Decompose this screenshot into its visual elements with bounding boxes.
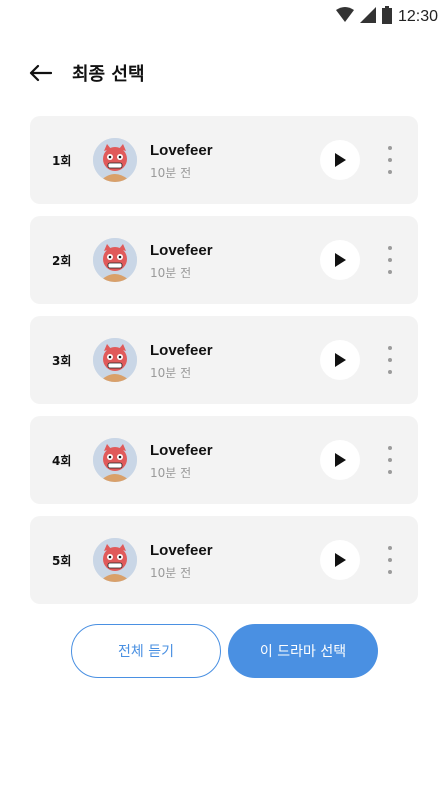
- avatar: [93, 338, 137, 382]
- episode-card[interactable]: 5회 Lovefeer 10분 전: [30, 516, 418, 604]
- artist-name: Lovefeer: [150, 242, 213, 259]
- avatar: [93, 238, 137, 282]
- more-options-button[interactable]: [384, 246, 396, 274]
- signal-icon: [359, 7, 376, 27]
- play-button[interactable]: [320, 340, 360, 380]
- avatar: [93, 438, 137, 482]
- episode-number: 2회: [52, 254, 72, 268]
- play-button[interactable]: [320, 140, 360, 180]
- episode-number: 1회: [52, 154, 72, 168]
- header: 최종 선택: [26, 58, 145, 88]
- timestamp: 10분 전: [150, 366, 192, 380]
- artist-name: Lovefeer: [150, 342, 213, 359]
- timestamp: 10분 전: [150, 566, 192, 580]
- play-icon: [335, 153, 346, 167]
- artist-name: Lovefeer: [150, 142, 213, 159]
- back-button[interactable]: [26, 61, 54, 85]
- listen-all-button[interactable]: 전체 듣기: [71, 624, 221, 678]
- status-time: 12:30: [397, 8, 438, 25]
- episode-card[interactable]: 2회 Lovefeer 10분 전: [30, 216, 418, 304]
- play-icon: [335, 353, 346, 367]
- wifi-icon: [335, 7, 354, 27]
- timestamp: 10분 전: [150, 466, 192, 480]
- avatar: [93, 138, 137, 182]
- play-button[interactable]: [320, 440, 360, 480]
- episode-list: 1회 Lovefeer 10분 전 2회 Lovefeer 10분 전 3회 L…: [30, 116, 418, 616]
- select-drama-button[interactable]: 이 드라마 선택: [228, 624, 378, 678]
- more-options-button[interactable]: [384, 446, 396, 474]
- more-options-button[interactable]: [384, 346, 396, 374]
- play-icon: [335, 253, 346, 267]
- play-icon: [335, 553, 346, 567]
- episode-card[interactable]: 4회 Lovefeer 10분 전: [30, 416, 418, 504]
- arrow-left-icon: [29, 64, 52, 82]
- episode-card[interactable]: 3회 Lovefeer 10분 전: [30, 316, 418, 404]
- episode-card[interactable]: 1회 Lovefeer 10분 전: [30, 116, 418, 204]
- avatar: [93, 538, 137, 582]
- page-title: 최종 선택: [72, 64, 145, 85]
- more-options-button[interactable]: [384, 546, 396, 574]
- timestamp: 10분 전: [150, 166, 192, 180]
- artist-name: Lovefeer: [150, 542, 213, 559]
- timestamp: 10분 전: [150, 266, 192, 280]
- episode-number: 5회: [52, 554, 72, 568]
- play-button[interactable]: [320, 540, 360, 580]
- episode-number: 3회: [52, 354, 72, 368]
- artist-name: Lovefeer: [150, 442, 213, 459]
- more-options-button[interactable]: [384, 146, 396, 174]
- battery-icon: [381, 6, 392, 28]
- episode-number: 4회: [52, 454, 72, 468]
- play-button[interactable]: [320, 240, 360, 280]
- play-icon: [335, 453, 346, 467]
- status-bar: 12:30: [0, 0, 448, 30]
